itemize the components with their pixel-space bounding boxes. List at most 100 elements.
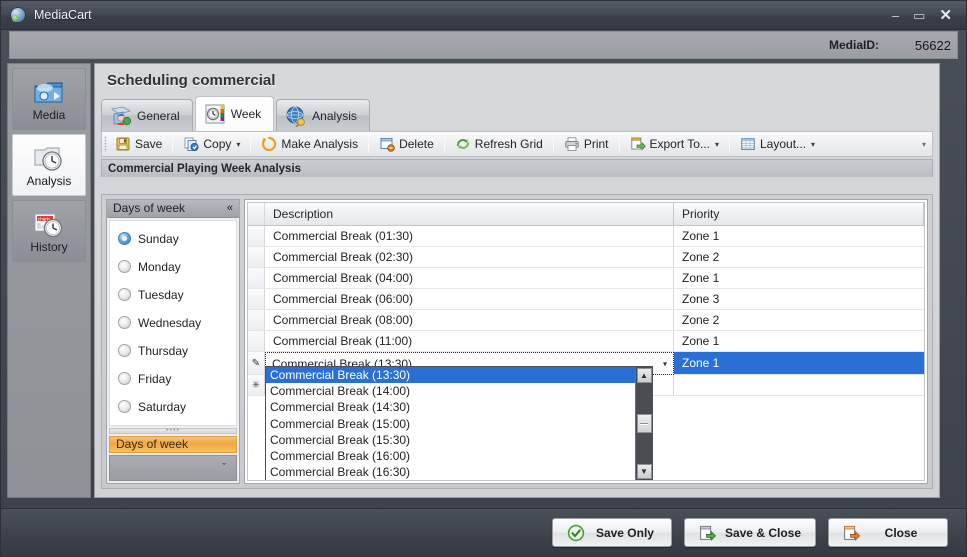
toolbar: Save Copy ▾ Make Analysis Delete Refresh… (101, 131, 933, 157)
radio-thursday[interactable]: Thursday (112, 337, 234, 365)
radio-label: Thursday (138, 343, 189, 358)
cell-description[interactable]: Commercial Break (02:30) (265, 247, 674, 267)
dropdown-option[interactable]: Commercial Break (14:00) (266, 383, 635, 399)
window-title: MediaCart (34, 8, 92, 22)
cell-description[interactable]: Commercial Break (06:00) (265, 289, 674, 309)
column-header-priority[interactable]: Priority (674, 203, 924, 225)
chevron-down-icon: ▾ (811, 139, 816, 149)
toolbar-layout-button[interactable]: Layout... ▾ (733, 133, 822, 155)
toolbar-make-analysis-button[interactable]: Make Analysis (254, 133, 365, 155)
toolbar-button-label: Layout... (760, 137, 807, 151)
cell-priority[interactable]: Zone 1 (674, 268, 924, 288)
commercial-breaks-grid[interactable]: Description Priority Commercial Break (0… (247, 202, 925, 481)
toolbar-copy-button[interactable]: Copy ▾ (176, 133, 247, 155)
days-of-week-tab[interactable]: Days of week (109, 435, 237, 454)
toolbar-save-button[interactable]: Save (108, 133, 169, 155)
table-row[interactable]: Commercial Break (11:00) Zone 1 (248, 331, 924, 352)
radio-label: Friday (138, 371, 172, 386)
chevron-down-icon: ▾ (714, 139, 719, 149)
analysis-globe-icon (285, 105, 307, 127)
cell-priority[interactable]: Zone 2 (674, 310, 924, 330)
cell-priority[interactable]: Zone 1 (674, 331, 924, 351)
radio-sunday[interactable]: Sunday (112, 225, 234, 253)
chevron-down-icon[interactable]: ˇ (222, 462, 226, 474)
row-indicator (248, 268, 265, 288)
table-row[interactable]: Commercial Break (08:00) Zone 2 (248, 310, 924, 331)
toolbar-separator (172, 135, 174, 153)
cell-priority[interactable]: Zone 1 (674, 226, 924, 246)
description-dropdown-list[interactable]: Commercial Break (13:30) Commercial Brea… (265, 366, 653, 480)
row-indicator (248, 226, 265, 246)
minimize-button[interactable]: – (892, 9, 899, 22)
tab-analysis[interactable]: Analysis (276, 99, 370, 131)
sidebar-item-history[interactable]: charts History (12, 200, 86, 262)
chevron-down-icon[interactable]: ▾ (663, 359, 667, 368)
dropdown-option[interactable]: Commercial Break (13:30) (266, 367, 635, 384)
dropdown-option[interactable]: Commercial Break (15:30) (266, 432, 635, 448)
toolbar-print-button[interactable]: Print (557, 133, 616, 155)
dropdown-option[interactable]: Commercial Break (15:00) (266, 416, 635, 432)
table-row[interactable]: Commercial Break (06:00) Zone 3 (248, 289, 924, 310)
maximize-button[interactable]: ▭ (913, 9, 925, 22)
radio-saturday[interactable]: Saturday (112, 393, 234, 421)
cell-priority[interactable]: Zone 3 (674, 289, 924, 309)
row-indicator (248, 310, 265, 330)
radio-monday[interactable]: Monday (112, 253, 234, 281)
save-only-button[interactable]: Save Only (551, 518, 672, 547)
save-and-close-button[interactable]: Save & Close (683, 518, 816, 547)
window-controls: – ▭ ✕ (892, 8, 966, 23)
page-title: Scheduling commercial (107, 72, 276, 89)
table-row[interactable]: Commercial Break (04:00) Zone 1 (248, 268, 924, 289)
cell-priority[interactable]: Zone 2 (674, 247, 924, 267)
days-of-week-list: Sunday Monday Tuesday Wednesday Thursday… (109, 219, 237, 426)
radio-tuesday[interactable]: Tuesday (112, 281, 234, 309)
toolbar-overflow-button[interactable]: ▾ (922, 140, 932, 149)
button-label: Save Only (595, 525, 654, 540)
application-window: MediaCart – ▭ ✕ MediaID: 56622 Media Ana… (0, 0, 967, 557)
scroll-down-icon[interactable]: ▼ (636, 464, 652, 479)
toolbar-delete-button[interactable]: Delete (372, 133, 441, 155)
cell-description[interactable]: Commercial Break (11:00) (265, 331, 674, 351)
table-row[interactable]: Commercial Break (02:30) Zone 2 (248, 247, 924, 268)
dropdown-option[interactable]: Commercial Break (16:30) (266, 464, 635, 480)
radio-friday[interactable]: Friday (112, 365, 234, 393)
tab-general[interactable]: General (101, 99, 193, 131)
toolbar-refresh-grid-button[interactable]: Refresh Grid (448, 133, 550, 155)
radio-indicator (118, 232, 131, 246)
dropdown-scrollbar[interactable]: ▲ ▼ (635, 367, 652, 480)
close-button[interactable]: Close (828, 518, 948, 547)
radio-wednesday[interactable]: Wednesday (112, 309, 234, 337)
history-chart-icon: charts (32, 209, 66, 239)
scroll-up-icon[interactable]: ▲ (636, 368, 652, 383)
cell-description[interactable]: Commercial Break (08:00) (265, 310, 674, 330)
scroll-thumb[interactable] (636, 414, 652, 433)
table-row[interactable]: Commercial Break (01:30) Zone 1 (248, 226, 924, 247)
toolbar-separator (552, 135, 554, 153)
tab-week[interactable]: Week (194, 96, 275, 131)
radio-label: Tuesday (138, 287, 184, 302)
cell-description[interactable]: Commercial Break (04:00) (265, 268, 674, 288)
cell-description[interactable]: Commercial Break (01:30) (265, 226, 674, 246)
radio-indicator (118, 344, 131, 358)
toolbar-button-label: Make Analysis (281, 137, 359, 151)
cell-priority[interactable] (674, 375, 924, 395)
cell-priority[interactable]: Zone 1 (674, 352, 924, 374)
toolbar-export-to-button[interactable]: Export To... ▾ (623, 133, 727, 155)
grid-header-row: Description Priority (248, 203, 924, 226)
panel-splitter[interactable]: •••• (109, 427, 237, 434)
radio-label: Monday (138, 259, 181, 274)
sidebar-item-analysis[interactable]: Analysis (12, 134, 86, 196)
radio-indicator (118, 260, 131, 274)
close-icon[interactable]: ✕ (939, 8, 952, 23)
radio-indicator (118, 372, 131, 386)
toolbar-button-label: Save (135, 137, 163, 151)
chevron-down-icon: ▾ (236, 139, 241, 149)
sidebar-item-media[interactable]: Media (12, 68, 86, 130)
dropdown-option[interactable]: Commercial Break (16:00) (266, 448, 635, 464)
dropdown-option[interactable]: Commercial Break (14:30) (266, 399, 635, 415)
button-label: Save & Close (724, 525, 801, 540)
toolbar-separator (729, 135, 730, 153)
collapse-icon[interactable]: « (227, 202, 233, 214)
column-header-description[interactable]: Description (265, 203, 674, 225)
sidebar-item-label: Media (32, 107, 66, 122)
